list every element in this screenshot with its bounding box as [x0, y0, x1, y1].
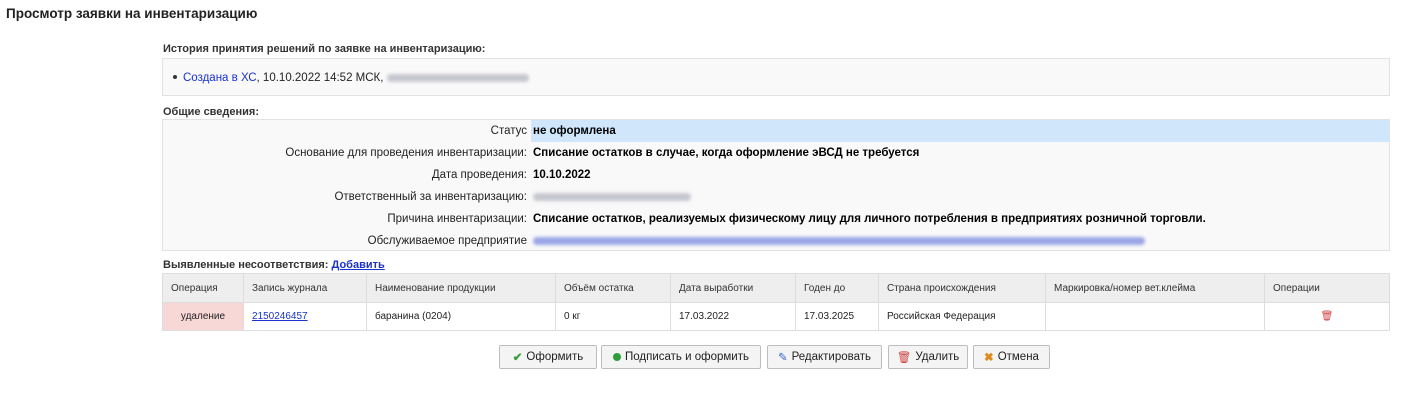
sign-and-submit-button[interactable]: Подписать и оформить	[601, 345, 761, 369]
close-icon: ✖	[984, 352, 994, 364]
history-created-link[interactable]: Создана в ХС	[183, 72, 257, 84]
green-circle-icon	[613, 353, 621, 361]
discrepancies-section-label: Выявленные несоответствия: Добавить	[163, 259, 385, 271]
history-section-label: История принятия решений по заявке на ин…	[163, 43, 486, 55]
status-label: Статус	[490, 125, 527, 137]
cell-marking	[1045, 302, 1265, 331]
redacted-user-name	[386, 73, 529, 82]
responsible-label: Ответственный за инвентаризацию:	[334, 191, 527, 203]
general-section-label: Общие сведения:	[163, 106, 260, 118]
journal-record-link[interactable]: 2150246457	[252, 311, 308, 322]
responsible-value	[533, 191, 691, 203]
delete-row-trash-icon[interactable]: 🗑	[1321, 311, 1334, 322]
discrepancies-table: Операция Запись журнала Наименование про…	[162, 273, 1390, 331]
info-row-date: Дата проведения: 10.10.2022	[163, 164, 1389, 186]
edit-button[interactable]: ✎ Редактировать	[767, 345, 882, 369]
cell-volume: 0 кг	[555, 302, 671, 331]
basis-label: Основание для проведения инвентаризации:	[285, 147, 527, 159]
add-discrepancy-link[interactable]: Добавить	[331, 259, 384, 271]
history-box: Создана в ХС, 10.10.2022 14:52 МСК,	[162, 58, 1390, 96]
basis-value: Списание остатков в случае, когда оформл…	[533, 147, 920, 159]
enterprise-value[interactable]	[533, 235, 1145, 247]
reason-value: Списание остатков, реализуемых физическо…	[533, 213, 1206, 225]
page-title: Просмотр заявки на инвентаризацию	[6, 6, 258, 21]
sign-and-submit-button-label: Подписать и оформить	[625, 351, 749, 363]
redacted-responsible	[533, 192, 691, 201]
table-row: удаление 2150246457 баранина (0204) 0 кг…	[162, 302, 1390, 331]
submit-button-label: Оформить	[526, 351, 584, 363]
col-operation: Операция	[162, 273, 244, 303]
info-row-responsible: Ответственный за инвентаризацию:	[163, 186, 1389, 208]
enterprise-label: Обслуживаемое предприятие	[367, 235, 527, 247]
cell-country: Российская Федерация	[878, 302, 1046, 331]
cancel-button[interactable]: ✖ Отмена	[973, 345, 1050, 369]
pencil-icon: ✎	[777, 352, 788, 364]
cell-record: 2150246457	[243, 302, 367, 331]
col-volume: Объём остатка	[555, 273, 671, 303]
cell-operation: удаление	[162, 302, 244, 331]
cell-actions: 🗑	[1264, 302, 1390, 331]
date-value: 10.10.2022	[533, 169, 591, 181]
info-row-enterprise: Обслуживаемое предприятие	[163, 230, 1389, 252]
history-item-text: , 10.10.2022 14:52 МСК,	[256, 72, 387, 84]
cell-product: баранина (0204)	[366, 302, 556, 331]
history-item: Создана в ХС, 10.10.2022 14:52 МСК,	[173, 72, 529, 84]
cell-produced: 17.03.2022	[670, 302, 796, 331]
edit-button-label: Редактировать	[791, 351, 872, 363]
trash-icon: 🗑	[896, 352, 912, 364]
col-expires: Годен до	[795, 273, 879, 303]
date-label: Дата проведения:	[431, 169, 527, 181]
col-marking: Маркировка/номер вет.клейма	[1045, 273, 1265, 303]
check-icon: ✔	[512, 352, 523, 364]
col-record: Запись журнала	[243, 273, 367, 303]
info-row-basis: Основание для проведения инвентаризации:…	[163, 142, 1389, 164]
info-row-reason: Причина инвентаризации: Списание остатко…	[163, 208, 1389, 230]
col-product: Наименование продукции	[366, 273, 556, 303]
col-country: Страна происхождения	[878, 273, 1046, 303]
info-row-status: Статус не оформлена	[163, 120, 1389, 142]
cancel-button-label: Отмена	[997, 351, 1039, 363]
delete-button-label: Удалить	[915, 351, 960, 363]
bullet-icon	[173, 74, 177, 79]
status-highlight	[531, 120, 1389, 142]
redacted-enterprise-link[interactable]	[533, 236, 1145, 245]
delete-button[interactable]: 🗑 Удалить	[888, 345, 968, 369]
col-produced: Дата выработки	[670, 273, 796, 303]
submit-button[interactable]: ✔ Оформить	[499, 345, 597, 369]
table-header-row: Операция Запись журнала Наименование про…	[162, 273, 1390, 303]
cell-expires: 17.03.2025	[795, 302, 879, 331]
action-button-bar: ✔ Оформить Подписать и оформить ✎ Редактир…	[0, 345, 1418, 369]
col-actions: Операции	[1264, 273, 1390, 303]
general-info-box: Статус не оформлена Основание для провед…	[162, 119, 1390, 251]
discrepancies-label: Выявленные несоответствия:	[163, 259, 329, 271]
reason-label: Причина инвентаризации:	[387, 213, 527, 225]
status-value: не оформлена	[533, 125, 616, 137]
